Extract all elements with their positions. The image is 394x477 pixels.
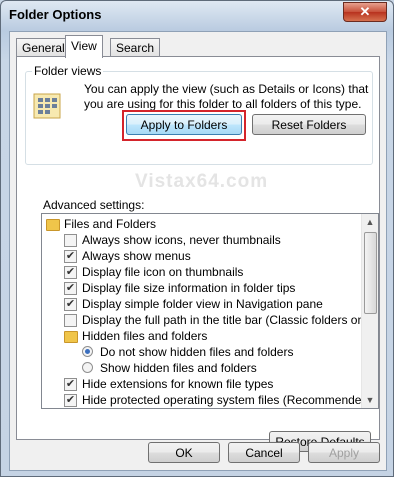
apply-button[interactable]: Apply: [308, 442, 380, 463]
radio-button[interactable]: [82, 362, 93, 373]
watermark: Vistax64.com: [135, 171, 269, 192]
checkbox-option[interactable]: Display the full path in the title bar (…: [42, 312, 377, 328]
tree-folder-row: Files and Folders: [42, 216, 360, 232]
checkbox-option[interactable]: Always show icons, never thumbnails: [42, 232, 360, 248]
window-title: Folder Options: [9, 7, 102, 22]
close-button[interactable]: ✕: [343, 2, 387, 22]
radio-option[interactable]: Show hidden files and folders: [42, 360, 360, 376]
option-label: Hide extensions for known file types: [82, 377, 274, 391]
dialog-body: General View Search Folder views You can…: [9, 31, 387, 471]
folder-options-window: Folder Options ✕ General View Search Fol…: [0, 0, 394, 477]
option-label: Hidden files and folders: [82, 329, 208, 343]
scroll-thumb[interactable]: [364, 232, 377, 314]
checkbox[interactable]: ✔: [64, 298, 77, 311]
checkbox[interactable]: ✔: [64, 378, 77, 391]
checkbox[interactable]: ✔: [64, 394, 77, 407]
highlight-box: [122, 110, 246, 141]
checkbox-option[interactable]: ✔ Display file icon on thumbnails: [42, 264, 360, 280]
option-label: Display file icon on thumbnails: [82, 265, 244, 279]
cancel-button[interactable]: Cancel: [228, 442, 300, 463]
option-label: Display file size information in folder …: [82, 281, 296, 295]
checkbox[interactable]: ✔: [64, 250, 77, 263]
scrollbar[interactable]: ▲ ▼: [361, 214, 378, 408]
advanced-settings-label: Advanced settings:: [43, 198, 145, 212]
checkbox[interactable]: [64, 314, 77, 327]
checkbox-option[interactable]: ✔ Hide protected operating system files (…: [42, 392, 372, 408]
option-label: Always show icons, never thumbnails: [82, 233, 281, 247]
tree-folder-row: Hidden files and folders: [42, 328, 360, 344]
title-bar[interactable]: Folder Options ✕: [1, 1, 393, 29]
option-label: Display the full path in the title bar (…: [82, 313, 377, 327]
checkbox[interactable]: [64, 234, 77, 247]
checkbox-option[interactable]: ✔ Hide extensions for known file types: [42, 376, 360, 392]
folder-view-icon: [33, 93, 61, 119]
radio-button[interactable]: [82, 346, 93, 357]
folder-icon: [64, 331, 78, 343]
checkbox[interactable]: ✔: [64, 266, 77, 279]
option-label: Display simple folder view in Navigation…: [82, 297, 323, 311]
folder-views-group: Folder views You can apply the view (suc…: [25, 64, 373, 165]
checkbox-option[interactable]: ✔ Always show menus: [42, 248, 360, 264]
advanced-settings-list[interactable]: Files and Folders Always show icons, neve…: [41, 213, 379, 409]
ok-button[interactable]: OK: [148, 442, 220, 463]
tab-view[interactable]: View: [65, 35, 103, 58]
folder-icon: [46, 219, 60, 231]
tab-search[interactable]: Search: [110, 38, 161, 57]
option-label: Show hidden files and folders: [100, 361, 257, 375]
option-label: Do not show hidden files and folders: [100, 345, 294, 359]
scroll-down-icon[interactable]: ▼: [362, 392, 378, 408]
radio-option[interactable]: Do not show hidden files and folders: [42, 344, 360, 360]
option-label: Files and Folders: [64, 217, 157, 231]
folder-views-label: Folder views: [32, 64, 104, 78]
reset-folders-button[interactable]: Reset Folders: [252, 114, 366, 135]
checkbox[interactable]: ✔: [64, 282, 77, 295]
option-label: Hide protected operating system files (R…: [82, 393, 373, 407]
scroll-up-icon[interactable]: ▲: [362, 214, 378, 230]
checkbox-option[interactable]: ✔ Display file size information in folder…: [42, 280, 360, 296]
checkbox-option[interactable]: ✔ Display simple folder view in Navigatio…: [42, 296, 360, 312]
folder-views-description: You can apply the view (such as Details …: [84, 82, 369, 111]
option-label: Always show menus: [82, 249, 191, 263]
view-tab-panel: Folder views You can apply the view (suc…: [16, 56, 380, 452]
tab-general[interactable]: General: [16, 38, 71, 57]
